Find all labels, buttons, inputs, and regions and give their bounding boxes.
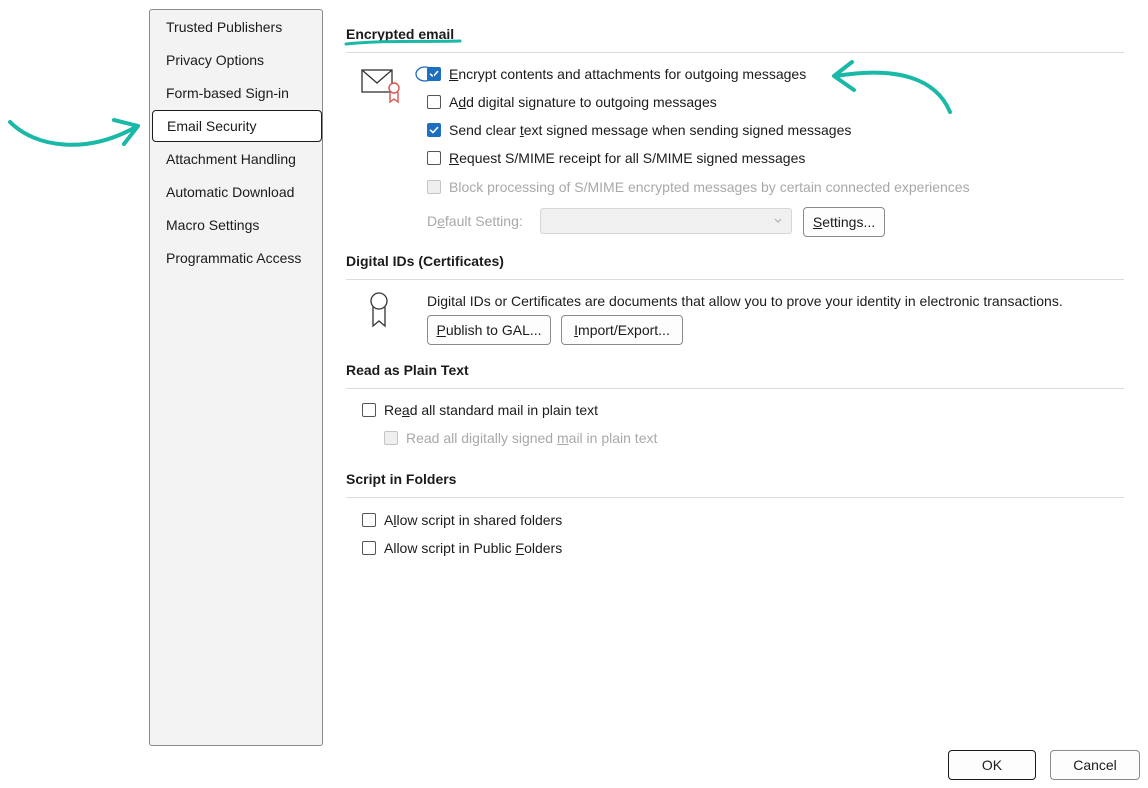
checkmark-icon: [429, 126, 439, 134]
read-signed-plain-text-option: Read all digitally signed mail in plain …: [384, 428, 657, 448]
read-signed-plain-text-label: Read all digitally signed mail in plain …: [406, 430, 658, 446]
section-divider: [346, 388, 1124, 389]
checkmark-icon: [429, 70, 439, 78]
block-processing-checkbox: [427, 180, 441, 194]
nav-item-automatic-download[interactable]: Automatic Download: [166, 181, 294, 203]
section-divider: [346, 52, 1124, 53]
encrypted-email-heading: Encrypted email: [346, 26, 455, 42]
nav-item-trusted-publishers[interactable]: Trusted Publishers: [166, 16, 282, 38]
default-setting-select: [540, 208, 792, 234]
publish-to-gal-button[interactable]: Publish to GAL...: [427, 315, 551, 345]
allow-script-shared-label: Allow script in shared folders: [384, 512, 563, 528]
encrypt-contents-checkbox[interactable]: [427, 67, 441, 81]
send-clear-text-label: Send clear text signed message when send…: [449, 122, 852, 138]
import-export-button[interactable]: Import/Export...: [561, 315, 683, 345]
allow-script-public-checkbox[interactable]: [362, 541, 376, 555]
request-receipt-option[interactable]: Request S/MIME receipt for all S/MIME si…: [427, 148, 805, 168]
read-plain-text-option[interactable]: Read all standard mail in plain text: [362, 400, 598, 420]
add-signature-label: Add digital signature to outgoing messag…: [449, 94, 717, 110]
encrypt-contents-label: Encrypt contents and attachments for out…: [449, 66, 807, 82]
read-signed-plain-text-checkbox: [384, 431, 398, 445]
nav-item-email-security[interactable]: Email Security: [152, 110, 322, 142]
read-plain-text-label: Read all standard mail in plain text: [384, 402, 599, 418]
nav-item-privacy-options[interactable]: Privacy Options: [166, 49, 264, 71]
ok-button[interactable]: OK: [948, 750, 1036, 780]
certificate-ribbon-icon: [370, 292, 388, 328]
settings-button[interactable]: Settings...: [803, 207, 885, 237]
allow-script-shared-option[interactable]: Allow script in shared folders: [362, 510, 562, 530]
read-plain-text-checkbox[interactable]: [362, 403, 376, 417]
request-receipt-label: Request S/MIME receipt for all S/MIME si…: [449, 150, 806, 166]
nav-item-macro-settings[interactable]: Macro Settings: [166, 214, 259, 236]
annotation-arrow-encrypt: [832, 60, 952, 114]
script-folders-heading: Script in Folders: [346, 471, 457, 487]
send-clear-text-checkbox[interactable]: [427, 123, 441, 137]
send-clear-text-option[interactable]: Send clear text signed message when send…: [427, 120, 851, 140]
nav-item-programmatic-access[interactable]: Programmatic Access: [166, 247, 301, 269]
plain-text-heading: Read as Plain Text: [346, 362, 469, 378]
allow-script-public-option[interactable]: Allow script in Public Folders: [362, 538, 562, 558]
digital-ids-description: Digital IDs or Certificates are document…: [427, 293, 1063, 309]
allow-script-shared-checkbox[interactable]: [362, 513, 376, 527]
default-setting-label: Default Setting:: [427, 213, 523, 229]
add-signature-checkbox[interactable]: [427, 95, 441, 109]
add-signature-option[interactable]: Add digital signature to outgoing messag…: [427, 92, 717, 112]
category-list: Trusted Publishers Privacy Options Form-…: [149, 9, 323, 746]
allow-script-public-label: Allow script in Public Folders: [384, 540, 563, 556]
chevron-down-icon: [774, 218, 782, 223]
annotation-arrow-nav: [8, 118, 140, 147]
block-processing-label: Block processing of S/MIME encrypted mes…: [449, 179, 970, 195]
section-divider: [346, 279, 1124, 280]
encrypt-contents-option[interactable]: Encrypt contents and attachments for out…: [427, 64, 806, 84]
digital-ids-heading: Digital IDs (Certificates): [346, 253, 504, 269]
cancel-button[interactable]: Cancel: [1050, 750, 1140, 780]
nav-item-attachment-handling[interactable]: Attachment Handling: [166, 148, 296, 170]
nav-item-form-based-sign-in[interactable]: Form-based Sign-in: [166, 82, 289, 104]
request-receipt-checkbox[interactable]: [427, 151, 441, 165]
block-processing-option: Block processing of S/MIME encrypted mes…: [427, 177, 970, 197]
envelope-certificate-icon: [361, 69, 400, 104]
section-divider: [346, 497, 1124, 498]
